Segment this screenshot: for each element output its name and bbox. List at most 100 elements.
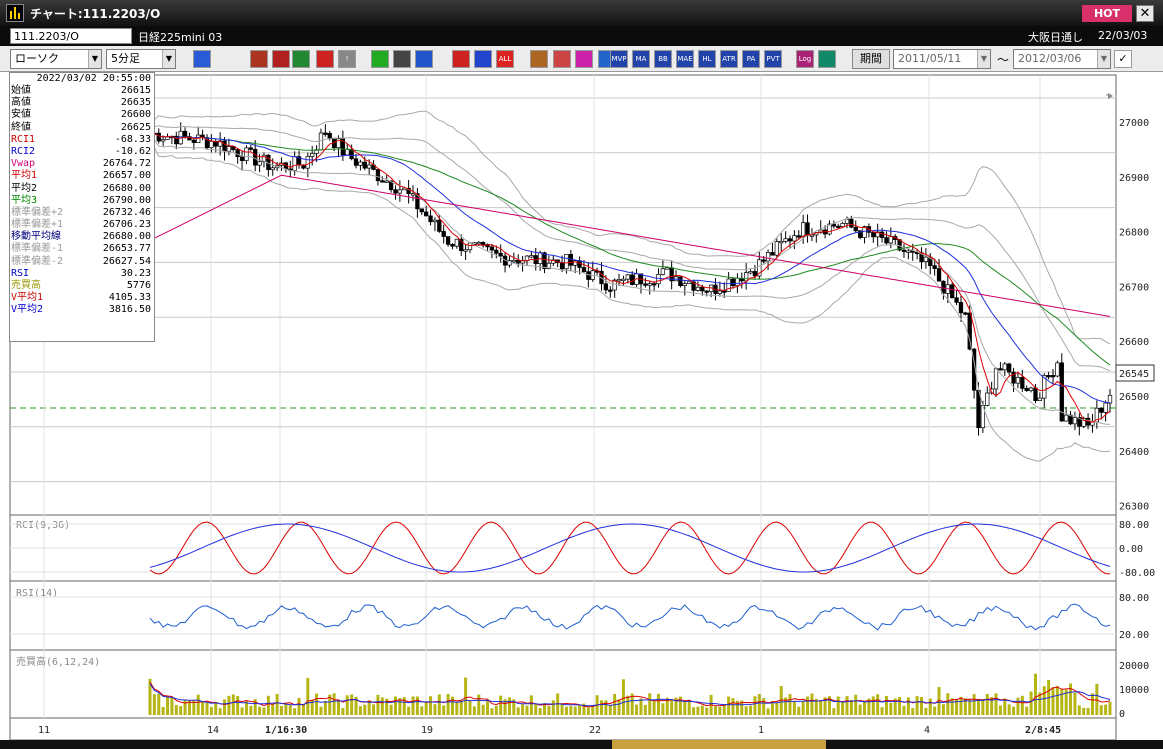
all-icon[interactable]: ALL bbox=[496, 50, 514, 68]
volume-bar bbox=[998, 705, 1002, 715]
candle-body bbox=[801, 222, 806, 237]
chevron-down-icon[interactable]: ▼ bbox=[162, 50, 175, 68]
apply-checkbox[interactable]: ✓ bbox=[1114, 50, 1132, 68]
data-row: RCI1 -68.33 bbox=[10, 134, 154, 146]
period-button[interactable]: 期間 bbox=[852, 49, 890, 69]
close-button[interactable]: ✕ bbox=[1136, 5, 1154, 22]
volume-bar bbox=[849, 699, 853, 715]
bull-icon[interactable] bbox=[250, 50, 268, 68]
bb-icon[interactable]: BB bbox=[654, 50, 672, 68]
arrow-icon[interactable] bbox=[415, 50, 433, 68]
candle-body bbox=[292, 156, 297, 171]
candle-blue-icon[interactable] bbox=[474, 50, 492, 68]
candle-body bbox=[428, 215, 433, 223]
data-row: 終値 26625 bbox=[10, 122, 154, 134]
candle-body bbox=[770, 252, 775, 256]
volume-bar bbox=[705, 707, 709, 715]
volume-bar bbox=[323, 700, 327, 715]
window-title: チャート:111.2203/O bbox=[30, 7, 161, 21]
atr-icon[interactable]: ATR bbox=[720, 50, 738, 68]
volume-bar bbox=[227, 695, 231, 715]
candle-body bbox=[678, 276, 683, 287]
volume-bar bbox=[332, 693, 336, 715]
candle-body bbox=[235, 149, 240, 157]
volume-bar bbox=[643, 704, 647, 715]
volume-bar bbox=[336, 701, 340, 715]
volume-bar bbox=[985, 694, 989, 715]
interval-select[interactable]: 5分足 ▼ bbox=[106, 49, 176, 69]
candle-body bbox=[445, 236, 451, 245]
wrench-icon[interactable] bbox=[553, 50, 571, 68]
volume-bar bbox=[301, 704, 305, 715]
volume-bar bbox=[1025, 706, 1029, 715]
palette-icon[interactable] bbox=[575, 50, 593, 68]
candle-body bbox=[573, 260, 578, 266]
candle-body bbox=[608, 289, 613, 292]
volume-bar bbox=[1051, 687, 1055, 715]
hot-button[interactable]: HOT bbox=[1082, 5, 1132, 22]
candle-body bbox=[498, 252, 503, 257]
volume-bar bbox=[398, 698, 402, 715]
chart-area[interactable]: 27000 26900 26800 26700 26600 26500 26400 26300… bbox=[0, 72, 1163, 749]
volume-bar bbox=[968, 699, 972, 715]
volume-bar bbox=[174, 705, 178, 715]
gear-icon[interactable] bbox=[530, 50, 548, 68]
add-window-icon[interactable] bbox=[818, 50, 836, 68]
calendar-dropdown-icon[interactable]: ▼ bbox=[977, 50, 990, 68]
zoom-icon[interactable] bbox=[193, 50, 211, 68]
volume-bar bbox=[635, 704, 639, 715]
bar-chart-icon[interactable] bbox=[292, 50, 310, 68]
volume-bar bbox=[271, 704, 275, 715]
candle-body bbox=[704, 290, 709, 293]
data-value: -68.33 bbox=[114, 133, 151, 145]
data-row: Vwap 26764.72 bbox=[10, 158, 154, 170]
para-icon[interactable]: PA RA bbox=[742, 50, 760, 68]
scrollbar-thumb[interactable] bbox=[612, 740, 826, 749]
ma-icon[interactable]: MA bbox=[632, 50, 650, 68]
candle-body bbox=[792, 235, 797, 242]
mae-icon[interactable]: MAE bbox=[676, 50, 694, 68]
hl-icon[interactable]: HL bbox=[698, 50, 716, 68]
chart-type-select[interactable]: ローソク ▼ bbox=[10, 49, 102, 69]
candle-body bbox=[1024, 388, 1029, 391]
volume-bar bbox=[1090, 693, 1094, 715]
candle-body bbox=[603, 283, 609, 291]
time-axis-label: 1 bbox=[758, 725, 764, 736]
data-row: 高値 26635 bbox=[10, 97, 154, 109]
symbol-code-input[interactable]: 111.2203/O bbox=[10, 28, 132, 44]
magnify-icon[interactable] bbox=[272, 50, 290, 68]
volume-bar bbox=[876, 694, 880, 715]
candle-body bbox=[489, 246, 495, 251]
scrollbar[interactable] bbox=[0, 740, 1163, 749]
calendar-dropdown-icon[interactable]: ▼ bbox=[1097, 50, 1110, 68]
warning-icon[interactable]: ! bbox=[338, 50, 356, 68]
data-label: RCI2 bbox=[11, 145, 36, 157]
quote-date: 22/03/03 bbox=[1098, 29, 1148, 42]
candle-body bbox=[695, 286, 701, 291]
volume-bar bbox=[262, 707, 266, 715]
candle-compare-icon[interactable] bbox=[316, 50, 334, 68]
volume-bar bbox=[946, 693, 950, 715]
candle-body bbox=[985, 392, 990, 406]
volume-bar bbox=[906, 697, 910, 715]
time-axis-label: 22 bbox=[589, 725, 601, 736]
date-to-input[interactable]: 2012/03/06 ▼ bbox=[1013, 49, 1111, 69]
pencil-icon[interactable] bbox=[371, 50, 389, 68]
candle-body bbox=[998, 368, 1003, 371]
chevron-down-icon[interactable]: ▼ bbox=[88, 50, 101, 68]
pvt-icon[interactable]: PVT bbox=[764, 50, 782, 68]
volume-bar bbox=[201, 701, 205, 715]
price-chart-svg[interactable]: 27000 26900 26800 26700 26600 26500 26400 26300… bbox=[0, 72, 1163, 749]
candle-red-icon[interactable] bbox=[452, 50, 470, 68]
mvp-icon[interactable]: MVP bbox=[610, 50, 628, 68]
candle-body bbox=[1002, 363, 1007, 371]
candle-body bbox=[1068, 414, 1073, 425]
candle-body bbox=[805, 222, 810, 236]
candle-body bbox=[362, 161, 367, 169]
date-from-input[interactable]: 2011/05/11 ▼ bbox=[893, 49, 991, 69]
candle-body bbox=[1050, 375, 1056, 378]
log-icon[interactable]: Log bbox=[796, 50, 814, 68]
data-value: 26600 bbox=[120, 109, 151, 121]
data-value: 26615 bbox=[120, 85, 151, 96]
cursor-icon[interactable] bbox=[393, 50, 411, 68]
